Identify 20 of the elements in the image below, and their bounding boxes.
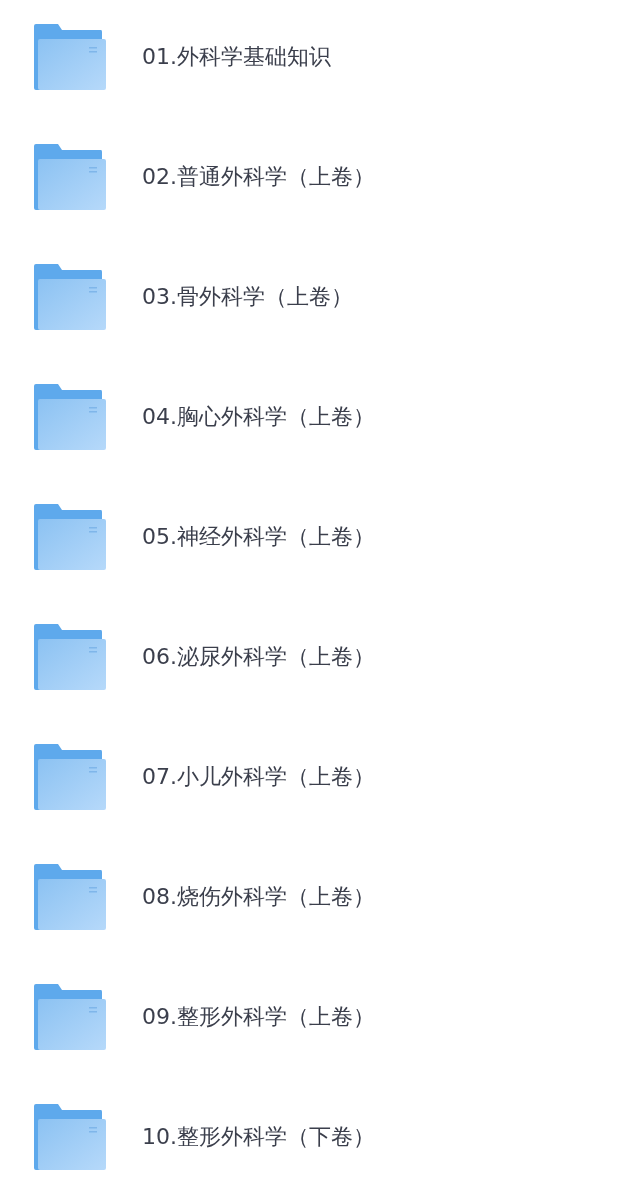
folder-name[interactable]: 09.整形外科学（上卷） [142,1002,375,1032]
folder-name[interactable]: 07.小儿外科学（上卷） [142,762,375,792]
folder-name[interactable]: 05.神经外科学（上卷） [142,522,375,552]
folder-icon [34,624,106,690]
folder-name[interactable]: 08.烧伤外科学（上卷） [142,882,375,912]
folder-name[interactable]: 04.胸心外科学（上卷） [142,402,375,432]
folder-name[interactable]: 06.泌尿外科学（上卷） [142,642,375,672]
folder-icon [34,1104,106,1170]
folder-icon [34,384,106,450]
folder-name[interactable]: 02.普通外科学（上卷） [142,162,375,192]
folder-icon [34,264,106,330]
folder-icon [34,144,106,210]
folder-icon [34,504,106,570]
folder-name[interactable]: 10.整形外科学（下卷） [142,1122,375,1152]
folder-icon [34,24,106,90]
folder-icon [34,864,106,930]
folder-icon [34,984,106,1050]
folder-icon [34,744,106,810]
folder-name[interactable]: 03.骨外科学（上卷） [142,282,353,312]
folder-name[interactable]: 01.外科学基础知识 [142,42,331,72]
